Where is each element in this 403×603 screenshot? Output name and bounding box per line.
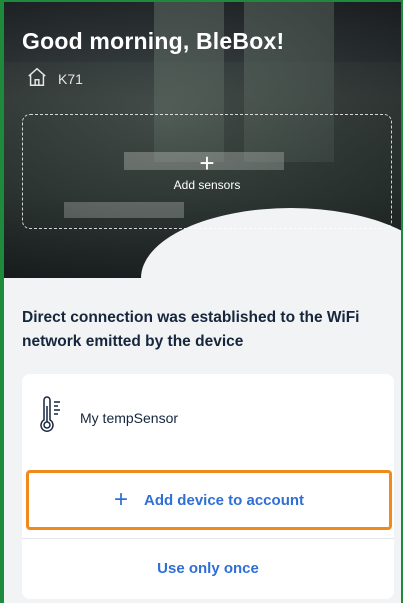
device-row: My tempSensor <box>40 396 178 439</box>
use-only-once-label: Use only once <box>157 559 259 577</box>
home-icon <box>26 66 48 91</box>
add-sensors-button[interactable]: + Add sensors <box>22 114 392 229</box>
add-device-to-account-button[interactable]: + Add device to account <box>26 470 392 530</box>
device-card: My tempSensor + Add device to account Us… <box>22 374 394 599</box>
location-name: K71 <box>58 70 83 87</box>
add-device-label: Add device to account <box>143 491 305 509</box>
app-frame: Good morning, BleBox! K71 + Add sensors … <box>0 0 403 603</box>
location-selector[interactable]: K71 <box>26 66 83 91</box>
plus-icon: + <box>113 486 128 513</box>
thermometer-icon <box>40 396 62 439</box>
greeting-title: Good morning, BleBox! <box>22 28 285 54</box>
plus-icon: + <box>199 147 215 178</box>
connection-heading: Direct connection was established to the… <box>22 309 360 350</box>
divider <box>22 538 394 539</box>
use-only-once-button[interactable]: Use only once <box>22 546 394 590</box>
header-background: Good morning, BleBox! K71 + Add sensors <box>4 2 401 278</box>
add-sensors-label: Add sensors <box>173 177 241 192</box>
device-name: My tempSensor <box>80 409 179 426</box>
